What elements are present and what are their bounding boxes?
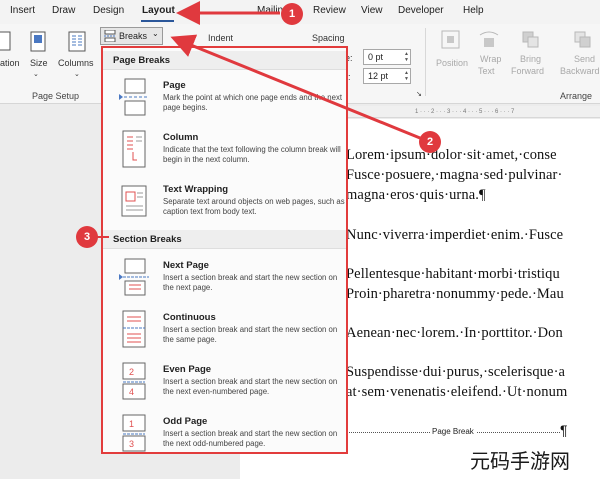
- paragraph-launcher-icon[interactable]: ↘: [416, 90, 422, 98]
- menu-item-text-wrapping-break[interactable]: Text Wrapping Separate text around objec…: [103, 178, 346, 228]
- tab-layout[interactable]: Layout: [142, 5, 175, 16]
- spacing-label: Spacing: [312, 33, 345, 43]
- orientation-icon: [0, 31, 11, 51]
- menu-item-description: Separate text around objects on web page…: [163, 197, 345, 216]
- breaks-button[interactable]: Breaks ⌄: [100, 27, 163, 45]
- bring-forward-label-2[interactable]: Forward: [511, 66, 544, 76]
- odd-page-break-icon: 1 3: [122, 414, 146, 452]
- site-watermark: 元码手游网: [470, 449, 570, 473]
- menu-item-description: Insert a section break and start the new…: [163, 377, 338, 396]
- tab-insert[interactable]: Insert: [10, 5, 35, 16]
- bring-forward-icon: [522, 31, 539, 48]
- pilcrow-mark: ¶: [560, 422, 568, 438]
- document-line[interactable]: Pellentesque·habitant·morbi·tristiqu: [346, 266, 560, 283]
- menu-item-description: Insert a section break and start the new…: [163, 325, 338, 344]
- svg-text:2: 2: [129, 367, 134, 377]
- menu-item-page-break[interactable]: Page Mark the point at which one page en…: [103, 74, 346, 124]
- size-button[interactable]: Size: [30, 58, 48, 68]
- arrange-group-label: Arrange: [560, 91, 593, 101]
- menu-item-description: Insert a section break and start the new…: [163, 273, 338, 292]
- menu-item-column-break[interactable]: Column Indicate that the text following …: [103, 126, 346, 176]
- menu-item-description: Mark the point at which one page ends an…: [163, 93, 343, 112]
- annotation-badge-2: 2: [419, 131, 441, 153]
- breaks-dropdown-menu: Page Breaks Page Mark the point at which…: [101, 46, 348, 454]
- tab-view[interactable]: View: [361, 5, 383, 16]
- menu-item-title: Column: [163, 132, 199, 143]
- size-dropdown-icon[interactable]: ⌄: [33, 70, 39, 78]
- page-break-label: Page Break: [430, 427, 476, 436]
- annotation-badge-1: 1: [281, 3, 303, 25]
- document-line[interactable]: Fusce·posuere,·magna·sed·pulvinar·: [346, 167, 562, 184]
- document-line[interactable]: Nunc·viverra·imperdiet·enim.·Fusce: [346, 227, 563, 244]
- bring-forward-label[interactable]: Bring: [520, 54, 541, 64]
- column-break-icon: [122, 130, 146, 168]
- menu-item-description: Indicate that the text following the col…: [163, 145, 341, 164]
- document-line[interactable]: Aenean·nec·lorem.·In·porttitor.·Don: [346, 325, 563, 342]
- menu-item-title: Text Wrapping: [163, 184, 229, 195]
- menu-item-odd-page-break[interactable]: 1 3 Odd Page Insert a section break and …: [103, 410, 346, 452]
- size-icon: [30, 31, 46, 52]
- even-page-break-icon: 2 4: [122, 362, 146, 400]
- document-line[interactable]: Proin·pharetra·nonummy·pede.·Mau: [346, 286, 564, 303]
- section-breaks-header: Section Breaks: [103, 230, 346, 249]
- page-break-icon: [119, 78, 149, 116]
- send-backward-label-2[interactable]: Backward: [560, 66, 600, 76]
- breaks-label: Breaks: [119, 31, 148, 41]
- page-setup-group-label: Page Setup: [32, 91, 80, 101]
- send-backward-label[interactable]: Send: [574, 54, 595, 64]
- menu-item-title: Even Page: [163, 364, 212, 375]
- horizontal-ruler[interactable]: 1 · · · 2 · · · 3 · · · 4 · · · 5 · · · …: [345, 106, 600, 118]
- ribbon-separator: [425, 28, 426, 96]
- active-tab-indicator: [141, 20, 174, 22]
- orientation-button[interactable]: ation: [0, 58, 20, 68]
- svg-text:4: 4: [129, 387, 134, 397]
- document-line[interactable]: Suspendisse·dui·purus,·scelerisque·a: [346, 364, 565, 381]
- menu-item-title: Page: [163, 80, 186, 91]
- wrap-text-label-2[interactable]: Text: [478, 66, 495, 76]
- tab-developer[interactable]: Developer: [398, 5, 444, 16]
- tab-help[interactable]: Help: [463, 5, 484, 16]
- menu-item-title: Next Page: [163, 260, 209, 271]
- annotation-badge-3: 3: [76, 226, 98, 248]
- menu-item-continuous-break[interactable]: Continuous Insert a section break and st…: [103, 306, 346, 356]
- document-line[interactable]: Lorem·ipsum·dolor·sit·amet,·conse: [346, 147, 557, 164]
- tab-draw[interactable]: Draw: [52, 5, 75, 16]
- wrap-text-icon: [479, 31, 499, 47]
- next-page-break-icon: [119, 258, 149, 296]
- menu-item-description: Insert a section break and start the new…: [163, 429, 338, 448]
- position-icon: [441, 30, 460, 49]
- spacing-before-input[interactable]: 0 pt ▲ ▼: [363, 49, 411, 65]
- text-wrapping-break-icon: [121, 185, 147, 217]
- indent-label: Indent: [208, 33, 234, 43]
- send-backward-icon: [574, 31, 591, 48]
- position-button[interactable]: Position: [436, 58, 468, 68]
- menu-item-title: Continuous: [163, 312, 216, 323]
- continuous-break-icon: [122, 310, 146, 348]
- columns-icon: [68, 31, 86, 52]
- menu-item-title: Odd Page: [163, 416, 208, 427]
- wrap-text-label[interactable]: Wrap: [480, 54, 501, 64]
- menu-item-next-page-break[interactable]: Next Page Insert a section break and sta…: [103, 254, 346, 304]
- document-line[interactable]: magna·eros·quis·urna.¶: [346, 187, 486, 204]
- svg-text:1: 1: [129, 419, 134, 429]
- tab-design[interactable]: Design: [93, 5, 124, 16]
- page-breaks-header: Page Breaks: [103, 51, 346, 70]
- spin-arrows-icon[interactable]: ▲ ▼: [404, 51, 409, 63]
- columns-button[interactable]: Columns: [58, 58, 94, 68]
- tab-review[interactable]: Review: [313, 5, 346, 16]
- spacing-after-input[interactable]: 12 pt ▲ ▼: [363, 68, 411, 84]
- spin-arrows-icon[interactable]: ▲ ▼: [404, 70, 409, 82]
- columns-dropdown-icon[interactable]: ⌄: [74, 70, 80, 78]
- chevron-down-icon: ⌄: [152, 29, 159, 38]
- svg-text:3: 3: [129, 439, 134, 449]
- breaks-icon: [104, 30, 116, 42]
- menu-item-even-page-break[interactable]: 2 4 Even Page Insert a section break and…: [103, 358, 346, 408]
- document-line[interactable]: at·sem·venenatis·eleifend.·Ut·nonum: [346, 384, 567, 401]
